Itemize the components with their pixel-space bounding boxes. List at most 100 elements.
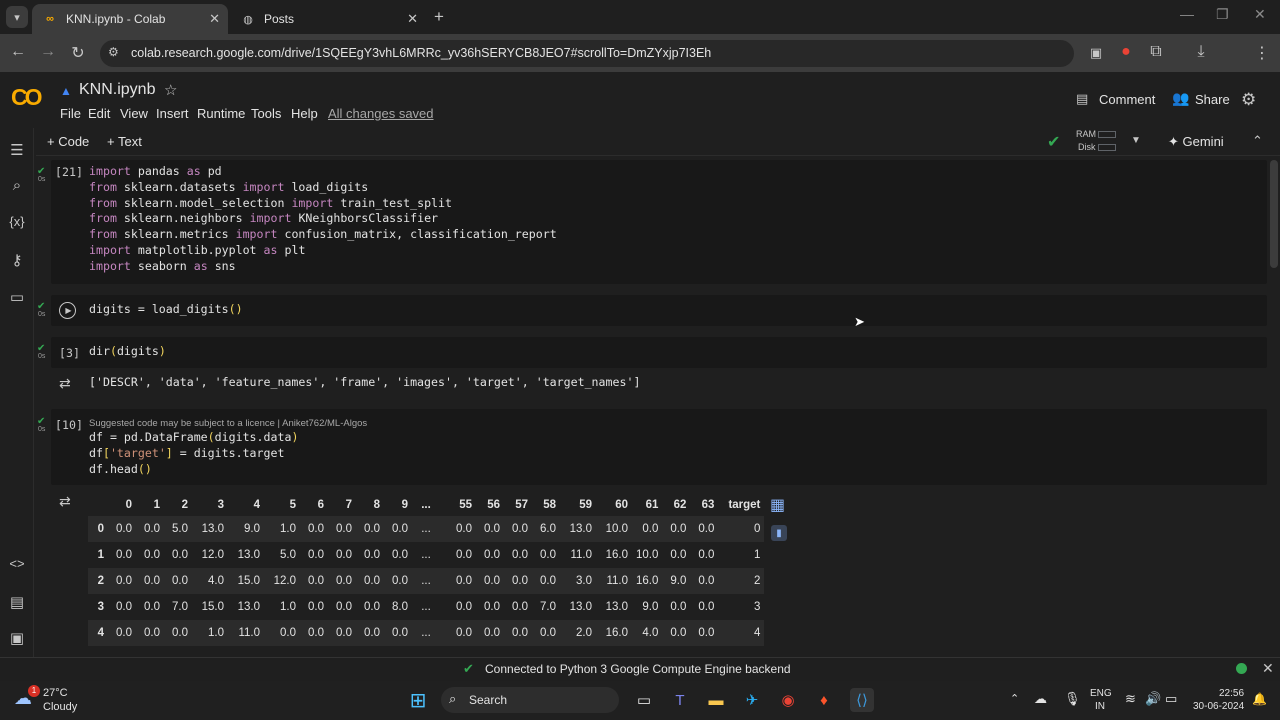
extension-red-icon[interactable]: ● — [1116, 43, 1136, 61]
notebook-scrollbar[interactable] — [1270, 160, 1278, 268]
brave-icon[interactable]: ♦ — [812, 688, 836, 712]
battery-icon[interactable]: ▭ — [1165, 691, 1177, 707]
clock-date: 30-06-2024 — [1193, 701, 1245, 712]
tab-search-dropdown[interactable]: ▾ — [6, 6, 28, 28]
column-header: ... — [421, 499, 431, 511]
url-text[interactable]: colab.research.google.com/drive/1SQEEgY3… — [131, 46, 711, 60]
share-button[interactable]: Share — [1195, 92, 1230, 107]
close-tab-icon[interactable]: ✕ — [407, 11, 418, 27]
table-cell: 3 — [753, 601, 761, 613]
taskbar-search-box[interactable]: ⌕ Search — [441, 687, 619, 713]
table-cell: 2 — [718, 568, 765, 594]
tab-colab[interactable]: ∞ KNN.ipynb - Colab ✕ — [32, 4, 228, 34]
microphone-icon[interactable]: 🎙 — [1064, 691, 1081, 707]
extension-icon[interactable]: ▣ — [1086, 45, 1106, 61]
back-icon[interactable]: ← — [8, 43, 28, 61]
extensions-puzzle-icon[interactable]: ⧉ — [1146, 43, 1166, 61]
left-rail — [0, 128, 34, 657]
resources-dropdown-icon[interactable]: ▼ — [1131, 135, 1141, 146]
reload-icon[interactable]: ↻ — [68, 43, 88, 63]
close-status-icon[interactable]: ✕ — [1262, 660, 1274, 677]
telegram-icon[interactable]: ✈ — [740, 688, 764, 712]
table-cell: 0.0 — [136, 620, 164, 646]
search-icon[interactable]: ⌕ — [6, 177, 28, 194]
wifi-icon[interactable]: ≋ — [1125, 691, 1136, 707]
menu-help[interactable]: Help — [291, 106, 318, 121]
menu-runtime[interactable]: Runtime — [197, 106, 245, 121]
code-snippets-icon[interactable]: <> — [6, 556, 28, 571]
star-icon[interactable]: ☆ — [164, 81, 177, 99]
save-status[interactable]: All changes saved — [328, 106, 434, 121]
connection-status[interactable]: Connected to Python 3 Google Compute Eng… — [485, 662, 791, 676]
vscode-icon[interactable]: ⟨⟩ — [850, 688, 874, 712]
secrets-key-icon[interactable]: ⚷ — [6, 251, 28, 269]
terminal-icon[interactable]: ▣ — [6, 629, 28, 647]
task-view-icon[interactable]: ▭ — [632, 688, 656, 712]
minimize-icon[interactable]: — — [1180, 6, 1194, 22]
volume-icon[interactable]: 🔊 — [1145, 691, 1161, 707]
code-cell[interactable] — [51, 337, 1267, 368]
colab-logo[interactable]: CO — [11, 84, 42, 111]
menu-view[interactable]: View — [120, 106, 148, 121]
table-cell: 0.0 — [328, 516, 356, 542]
download-icon[interactable]: ⤓ — [1191, 43, 1211, 61]
tray-overflow-icon[interactable]: ⌃ — [1010, 692, 1019, 705]
maximize-icon[interactable]: ❐ — [1216, 6, 1229, 23]
chrome-menu-icon[interactable]: ⋮ — [1252, 43, 1272, 63]
tab-posts[interactable]: ◍ Posts ✕ — [230, 4, 426, 34]
menu-file[interactable]: File — [60, 106, 81, 121]
table-cell: 0.0 — [384, 568, 412, 594]
table-cell: 15.0 — [201, 601, 224, 613]
table-view-icon[interactable]: ▦ — [770, 495, 785, 515]
table-cell: 0.0 — [690, 516, 719, 542]
clock-time[interactable]: 22:56 — [1219, 688, 1244, 699]
taskbar-search-label: Search — [469, 693, 508, 707]
close-tab-icon[interactable]: ✕ — [209, 11, 220, 27]
table-cell: 0.0 — [456, 601, 472, 613]
output-toggle-icon[interactable]: ⇄ — [59, 375, 71, 392]
table-cell: 9.0 — [228, 516, 264, 542]
new-tab-icon[interactable]: + — [434, 7, 444, 27]
onedrive-icon[interactable]: ☁ — [1034, 691, 1047, 707]
table-cell: 0.0 — [440, 516, 476, 542]
add-text-button[interactable]: + Text — [107, 134, 142, 149]
suggestion-notice[interactable]: Suggested code may be subject to a licen… — [89, 418, 367, 429]
comment-button[interactable]: Comment — [1099, 92, 1155, 107]
table-cell: 0.0 — [484, 549, 500, 561]
code-editor[interactable]: digits = load_digits() — [89, 302, 243, 318]
weather-temp: 27°C — [43, 687, 68, 699]
table-cell: 0.0 — [136, 516, 164, 542]
table-cell: 0.0 — [540, 549, 556, 561]
forward-icon[interactable]: → — [38, 43, 58, 61]
gemini-button[interactable]: ✦ Gemini — [1168, 134, 1224, 150]
code-editor[interactable]: df = pd.DataFrame(digits.data) df['targe… — [89, 430, 298, 477]
add-code-button[interactable]: + Code — [47, 134, 89, 149]
code-editor[interactable]: dir(digits) — [89, 344, 166, 360]
menu-tools[interactable]: Tools — [251, 106, 281, 121]
command-palette-icon[interactable]: ▤ — [6, 593, 28, 611]
chart-suggest-icon[interactable]: ▮ — [771, 525, 787, 541]
chrome-icon[interactable]: ◉ — [776, 688, 800, 712]
lang-top[interactable]: ENG — [1090, 688, 1112, 699]
disk-meter — [1098, 144, 1116, 151]
table-of-contents-icon[interactable]: ☰ — [6, 141, 28, 159]
menu-insert[interactable]: Insert — [156, 106, 189, 121]
notifications-icon[interactable]: 🔔 — [1252, 692, 1267, 706]
variables-icon[interactable]: {x} — [6, 214, 28, 229]
tab-title: Posts — [264, 12, 295, 26]
column-header: 0 — [125, 499, 132, 511]
windows-start-icon[interactable]: ⊞ — [406, 688, 430, 712]
files-folder-icon[interactable]: ▭ — [6, 288, 28, 306]
teams-icon[interactable]: T — [668, 688, 692, 712]
close-window-icon[interactable]: ✕ — [1254, 6, 1266, 23]
table-row: 4 0.0 0.0 0.0 1.0 11.0 0.0 0.0 0.0 0.0 0.0... 0.0 0.… — [88, 620, 765, 646]
output-toggle-icon[interactable]: ⇄ — [59, 493, 71, 510]
code-editor[interactable]: import pandas as pd from sklearn.dataset… — [89, 164, 557, 275]
settings-gear-icon[interactable]: ⚙ — [1241, 90, 1256, 110]
file-explorer-icon[interactable]: ▬ — [704, 688, 728, 712]
collapse-header-icon[interactable]: ⌃ — [1252, 133, 1263, 149]
run-cell-button[interactable]: ▶ — [59, 302, 76, 319]
notebook-title[interactable]: KNN.ipynb — [79, 81, 155, 99]
site-info-icon[interactable]: ⚙ — [108, 45, 119, 59]
menu-edit[interactable]: Edit — [88, 106, 110, 121]
